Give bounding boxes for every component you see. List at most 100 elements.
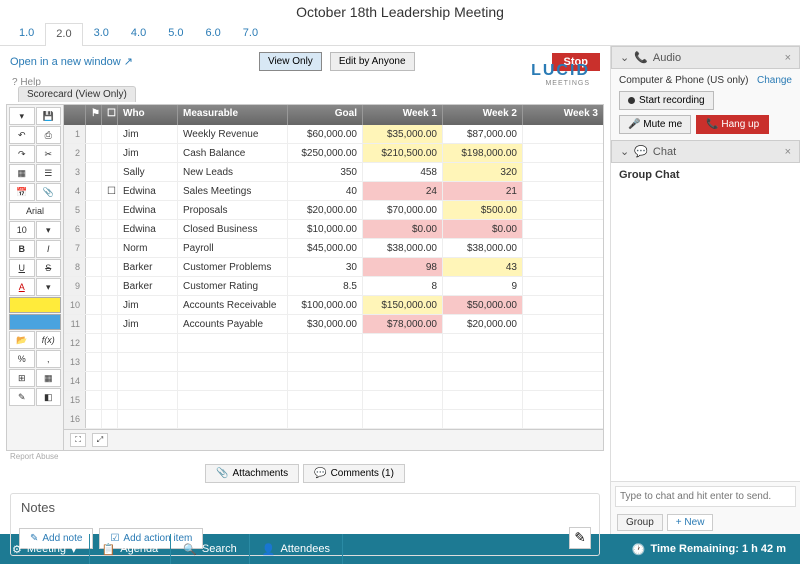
table-row[interactable]: 10JimAccounts Receivable$100,000.00$150,… xyxy=(64,296,603,315)
chevron-down-icon[interactable]: ⌄ xyxy=(620,145,629,158)
row-flag[interactable] xyxy=(86,182,102,200)
table-row[interactable]: 1JimWeekly Revenue$60,000.00$35,000.00$8… xyxy=(64,125,603,144)
row-checkbox[interactable] xyxy=(102,144,118,162)
table-row[interactable]: 3SallyNew Leads350458320 xyxy=(64,163,603,182)
row-checkbox[interactable] xyxy=(102,258,118,276)
chat-input[interactable] xyxy=(615,486,796,507)
borders-icon[interactable]: ▦ xyxy=(36,369,62,387)
fx-button[interactable]: f(x) xyxy=(36,331,62,349)
row-checkbox[interactable] xyxy=(102,220,118,238)
row-checkbox[interactable] xyxy=(102,315,118,333)
row-flag[interactable] xyxy=(86,353,102,371)
table-row[interactable]: 15 xyxy=(64,391,603,410)
row-checkbox[interactable] xyxy=(102,163,118,181)
row-flag[interactable] xyxy=(86,144,102,162)
row-flag[interactable] xyxy=(86,220,102,238)
text-color-button[interactable]: A xyxy=(9,278,35,296)
comments-button[interactable]: 💬Comments (1) xyxy=(303,464,405,483)
table-row[interactable]: 13 xyxy=(64,353,603,372)
save-icon[interactable]: 💾 xyxy=(36,107,62,125)
row-flag[interactable] xyxy=(86,163,102,181)
attachments-button[interactable]: 📎Attachments xyxy=(205,464,299,483)
attendees-button[interactable]: 👤 Attendees xyxy=(250,534,343,564)
open-icon[interactable]: 📂 xyxy=(9,331,35,349)
table-row[interactable]: 12 xyxy=(64,334,603,353)
start-recording-button[interactable]: Start recording xyxy=(619,91,714,110)
row-flag[interactable] xyxy=(86,258,102,276)
table-row[interactable]: 4☐EdwinaSales Meetings402421 xyxy=(64,182,603,201)
expand-icon[interactable]: ⤢ xyxy=(92,433,108,447)
report-abuse-link[interactable]: Report Abuse xyxy=(0,451,610,462)
edit-by-anyone-button[interactable]: Edit by Anyone xyxy=(330,52,415,71)
table-row[interactable]: 9BarkerCustomer Rating8.589 xyxy=(64,277,603,296)
row-flag[interactable] xyxy=(86,296,102,314)
table-row[interactable]: 8BarkerCustomer Problems309843 xyxy=(64,258,603,277)
fill-color-button[interactable]: ▾ xyxy=(36,278,62,296)
row-flag[interactable] xyxy=(86,334,102,352)
row-checkbox[interactable] xyxy=(102,391,118,409)
row-flag[interactable] xyxy=(86,277,102,295)
agenda-tab-2.0[interactable]: 2.0 xyxy=(45,23,82,46)
bold-button[interactable]: B xyxy=(9,240,35,258)
cols-icon[interactable]: ☰ xyxy=(36,164,62,182)
scorecard-tab[interactable]: Scorecard (View Only) xyxy=(18,86,136,102)
font-select[interactable]: Arial xyxy=(9,202,61,220)
color-blue[interactable] xyxy=(9,314,61,330)
row-checkbox[interactable]: ☐ xyxy=(102,182,118,200)
agenda-tab-5.0[interactable]: 5.0 xyxy=(157,22,194,45)
undo-icon[interactable]: ↶ xyxy=(9,126,35,144)
row-flag[interactable] xyxy=(86,239,102,257)
underline-button[interactable]: U xyxy=(9,259,35,277)
table-row[interactable]: 6EdwinaClosed Business$10,000.00$0.00$0.… xyxy=(64,220,603,239)
clip-icon[interactable]: 📎 xyxy=(36,183,62,201)
chevron-down-icon[interactable]: ⌄ xyxy=(620,51,629,64)
grid-icon[interactable]: ▦ xyxy=(9,164,35,182)
row-flag[interactable] xyxy=(86,201,102,219)
cut-icon[interactable]: ✂ xyxy=(36,145,62,163)
row-checkbox[interactable] xyxy=(102,334,118,352)
row-flag[interactable] xyxy=(86,315,102,333)
new-doc-icon[interactable]: ▾ xyxy=(9,107,35,125)
table-row[interactable]: 2JimCash Balance$250,000.00$210,500.00$1… xyxy=(64,144,603,163)
agenda-tab-1.0[interactable]: 1.0 xyxy=(8,22,45,45)
strike-button[interactable]: S xyxy=(36,259,62,277)
italic-button[interactable]: I xyxy=(36,240,62,258)
chat-tab-group[interactable]: Group xyxy=(617,514,663,531)
meeting-menu[interactable]: ⚙ Meeting ▾ xyxy=(0,534,90,564)
search-button[interactable]: 🔍 Search xyxy=(171,534,250,564)
font-size-select[interactable]: 10 xyxy=(9,221,35,239)
table-row[interactable]: 7NormPayroll$45,000.00$38,000.00$38,000.… xyxy=(64,239,603,258)
redo-icon[interactable]: ↷ xyxy=(9,145,35,163)
flag-column-icon[interactable]: ⚑ xyxy=(86,105,102,125)
row-flag[interactable] xyxy=(86,410,102,428)
eraser-icon[interactable]: ◧ xyxy=(36,388,62,406)
row-checkbox[interactable] xyxy=(102,372,118,390)
row-checkbox[interactable] xyxy=(102,277,118,295)
row-checkbox[interactable] xyxy=(102,201,118,219)
table-row[interactable]: 16 xyxy=(64,410,603,429)
fullscreen-icon[interactable]: ⛶ xyxy=(70,433,86,447)
agenda-button[interactable]: 📋 Agenda xyxy=(90,534,172,564)
calendar-icon[interactable]: 📅 xyxy=(9,183,35,201)
chat-tab-new[interactable]: + New xyxy=(667,514,714,531)
close-icon[interactable]: × xyxy=(785,146,791,158)
comma-button[interactable]: , xyxy=(36,350,62,368)
table-row[interactable]: 11JimAccounts Payable$30,000.00$78,000.0… xyxy=(64,315,603,334)
open-new-window-link[interactable]: Open in a new window ↗ xyxy=(10,55,133,68)
row-checkbox[interactable] xyxy=(102,410,118,428)
close-icon[interactable]: × xyxy=(785,52,791,64)
table-row[interactable]: 14 xyxy=(64,372,603,391)
hang-up-button[interactable]: 📞 Hang up xyxy=(696,115,769,134)
agenda-tab-3.0[interactable]: 3.0 xyxy=(83,22,120,45)
row-flag[interactable] xyxy=(86,125,102,143)
mute-button[interactable]: 🎤 Mute me xyxy=(619,115,691,134)
percent-button[interactable]: % xyxy=(9,350,35,368)
row-checkbox[interactable] xyxy=(102,353,118,371)
row-flag[interactable] xyxy=(86,391,102,409)
agenda-tab-4.0[interactable]: 4.0 xyxy=(120,22,157,45)
view-only-button[interactable]: View Only xyxy=(259,52,322,71)
change-audio-link[interactable]: Change xyxy=(757,75,792,86)
print-icon[interactable]: ⎙ xyxy=(36,126,62,144)
row-checkbox[interactable] xyxy=(102,239,118,257)
table-row[interactable]: 5EdwinaProposals$20,000.00$70,000.00$500… xyxy=(64,201,603,220)
